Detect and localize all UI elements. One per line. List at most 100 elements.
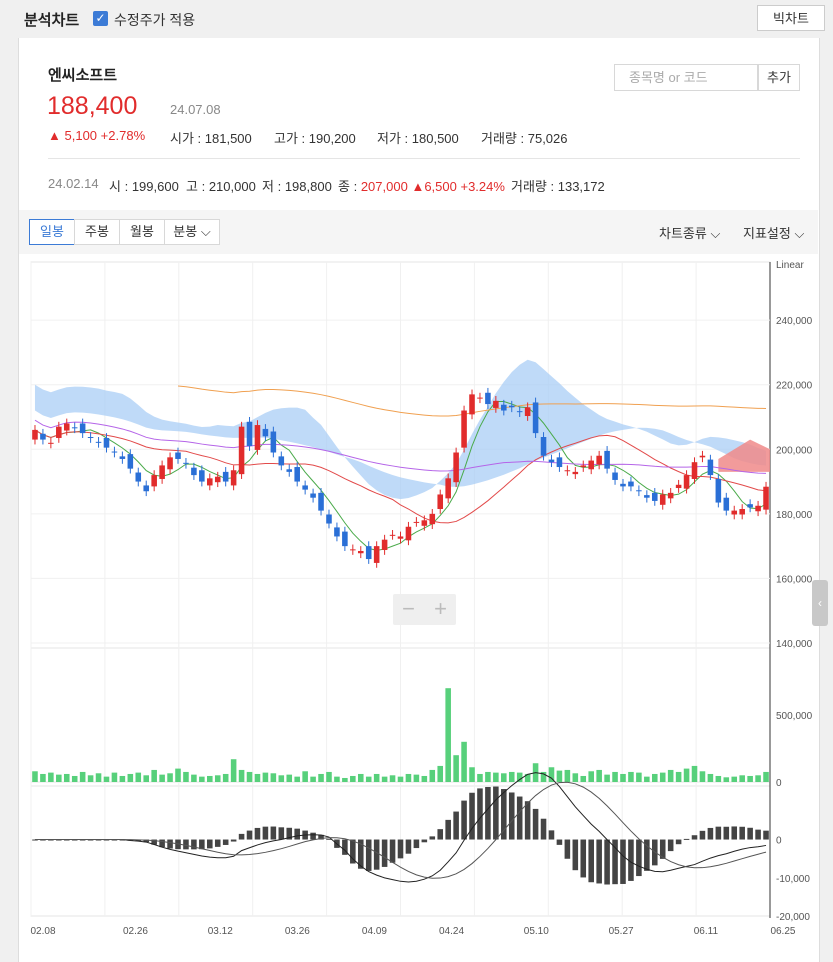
candle-body bbox=[659, 494, 666, 505]
volume-bar bbox=[453, 755, 459, 782]
volume-bar bbox=[477, 773, 483, 782]
collapse-handle[interactable]: ‹ bbox=[812, 580, 828, 626]
macd-histogram-bar bbox=[588, 839, 594, 883]
volume-bar bbox=[501, 773, 507, 782]
volume-bar bbox=[755, 775, 761, 782]
volume-bar bbox=[183, 771, 189, 782]
volume-bar bbox=[445, 688, 451, 782]
volume-bar bbox=[397, 776, 404, 782]
date-tick-label: 06.25 bbox=[770, 926, 795, 937]
zoom-in-button[interactable]: + bbox=[425, 596, 456, 622]
candle-body bbox=[699, 455, 706, 458]
volume-bar bbox=[612, 771, 618, 782]
candle-body bbox=[254, 425, 261, 450]
macd-histogram-bar bbox=[246, 830, 253, 840]
candle-body bbox=[477, 397, 483, 399]
candle-body bbox=[548, 459, 555, 463]
candle-body bbox=[596, 455, 602, 465]
macd-histogram-bar bbox=[461, 800, 467, 840]
candle-body bbox=[723, 497, 730, 511]
macd-histogram-bar bbox=[159, 839, 165, 848]
macd-histogram-bar bbox=[278, 827, 285, 840]
date-tick-label: 02.08 bbox=[30, 926, 55, 937]
volume-bar bbox=[127, 773, 134, 782]
volume-tick-label: 500,000 bbox=[776, 711, 813, 722]
macd-histogram-bar bbox=[747, 827, 753, 840]
macd-histogram-bar bbox=[230, 839, 237, 842]
candle-body bbox=[135, 472, 142, 482]
candle-body bbox=[715, 478, 722, 503]
macd-histogram-bar bbox=[620, 839, 626, 884]
macd-histogram-bar bbox=[731, 826, 738, 840]
candle-body bbox=[278, 456, 285, 466]
volume-bar bbox=[651, 773, 658, 782]
candle-body bbox=[246, 421, 253, 447]
candle-body bbox=[763, 486, 769, 510]
candle-body bbox=[167, 457, 173, 470]
volume-bar bbox=[699, 771, 706, 782]
volume-bar bbox=[254, 773, 261, 782]
volume-bar bbox=[48, 772, 54, 782]
macd-histogram-bar bbox=[453, 811, 459, 840]
candle-body bbox=[588, 460, 594, 470]
stock-chart[interactable]: 240,000 220,000 200,000 180,000 160,000 140,0… bbox=[0, 0, 833, 962]
macd-tick-label: -20,000 bbox=[776, 912, 810, 923]
volume-bar bbox=[675, 771, 682, 782]
candle-body bbox=[691, 462, 698, 479]
volume-bar bbox=[715, 775, 722, 782]
candle-body bbox=[326, 514, 332, 524]
volume-bar bbox=[763, 771, 769, 782]
volume-bar bbox=[294, 776, 300, 782]
macd-histogram-bar bbox=[723, 826, 730, 840]
volume-bar bbox=[214, 775, 221, 782]
volume-bar bbox=[302, 771, 308, 782]
macd-histogram-bar bbox=[294, 828, 300, 840]
candle-body bbox=[294, 467, 300, 482]
macd-histogram-bar bbox=[350, 839, 356, 864]
date-tick-label: 02.26 bbox=[123, 926, 148, 937]
macd-histogram-bar bbox=[532, 808, 539, 840]
volume-bar bbox=[167, 773, 173, 782]
volume-bar bbox=[222, 773, 229, 782]
candle-body bbox=[667, 492, 674, 499]
macd-tick-label: 0 bbox=[776, 836, 782, 847]
volume-bar bbox=[620, 773, 626, 782]
macd-histogram-bar bbox=[270, 826, 277, 840]
zoom-out-button[interactable]: − bbox=[393, 596, 424, 622]
date-tick-label: 04.24 bbox=[439, 926, 464, 937]
candle-body bbox=[508, 405, 515, 408]
candle-body bbox=[365, 546, 372, 560]
price-tick-label: 220,000 bbox=[776, 381, 813, 392]
volume-bar bbox=[731, 776, 738, 782]
macd-histogram-bar bbox=[755, 829, 761, 840]
volume-bar bbox=[373, 773, 380, 782]
candle-body bbox=[381, 539, 388, 551]
candle-body bbox=[413, 521, 420, 523]
volume-bar bbox=[87, 775, 94, 782]
macd-histogram-bar bbox=[429, 836, 436, 840]
volume-bar bbox=[572, 773, 579, 782]
chevron-left-icon: ‹ bbox=[818, 596, 822, 610]
candle-body bbox=[564, 470, 571, 472]
volume-bar bbox=[493, 772, 499, 782]
volume-bar bbox=[365, 776, 372, 782]
candle-body bbox=[357, 550, 364, 554]
candle-body bbox=[270, 431, 277, 453]
macd-histogram-bar bbox=[238, 833, 245, 840]
candle-body bbox=[230, 470, 237, 486]
volume-bar bbox=[659, 772, 666, 782]
macd-histogram-bar bbox=[254, 827, 261, 840]
volume-bar bbox=[56, 774, 62, 782]
macd-histogram-bar bbox=[485, 786, 491, 840]
macd-histogram-bar bbox=[310, 832, 316, 840]
candle-body bbox=[111, 451, 118, 453]
candle-body bbox=[56, 426, 62, 438]
volume-bar bbox=[644, 776, 650, 782]
volume-bar bbox=[556, 770, 563, 782]
volume-bar bbox=[691, 765, 698, 782]
candle-body bbox=[501, 404, 507, 411]
macd-histogram-bar bbox=[389, 839, 396, 863]
volume-bar bbox=[389, 775, 396, 782]
candle-body bbox=[651, 492, 658, 501]
candle-body bbox=[453, 452, 459, 483]
